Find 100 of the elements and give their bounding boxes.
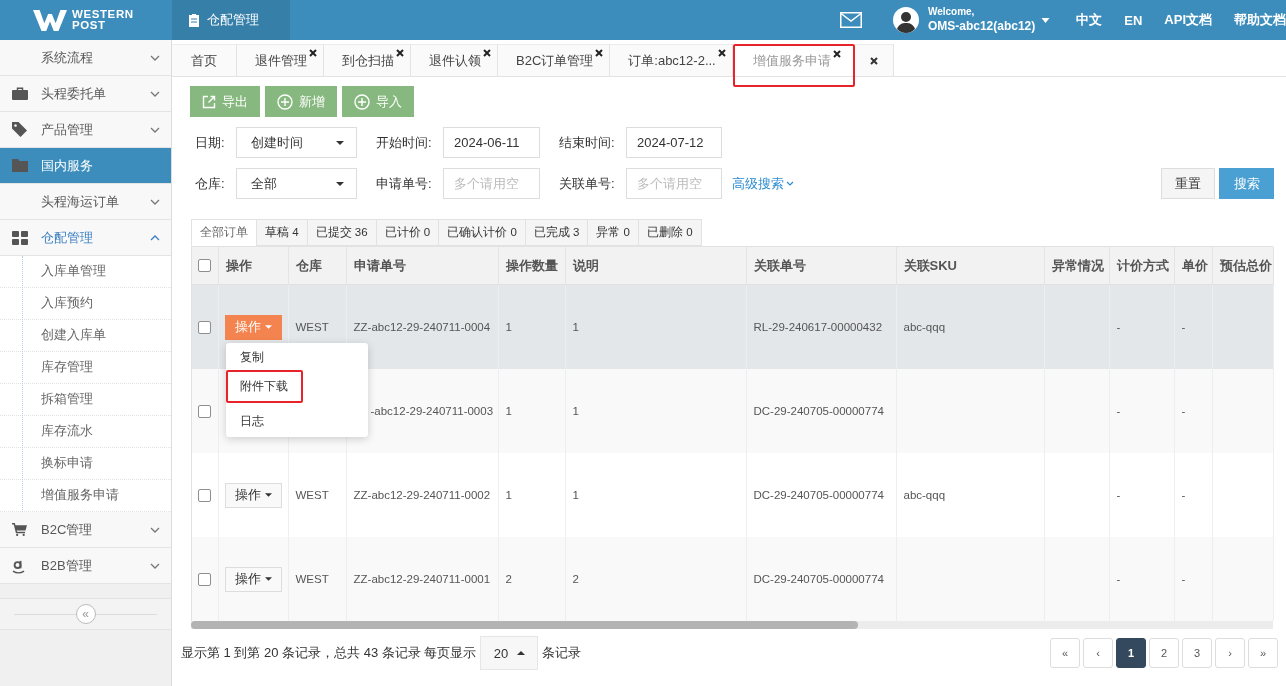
status-tab[interactable]: 已确认计价 0 [438,219,525,246]
status-tab[interactable]: 异常 0 [587,219,638,246]
tag-icon [12,122,27,137]
export-icon [202,94,216,109]
row-checkbox[interactable] [198,320,211,334]
action-button[interactable]: 操作 [224,482,282,508]
chevron-up-icon [150,234,160,241]
close-icon[interactable] [396,49,404,57]
module-tab[interactable]: 仓配管理 [172,0,290,40]
caret-down-icon [264,577,272,581]
close-icon[interactable] [832,50,841,58]
sidebar-item[interactable]: 国内服务 [0,148,171,184]
action-button[interactable]: 操作 [224,566,282,592]
header-link[interactable]: 中文 [1076,11,1103,29]
status-tab[interactable]: 全部订单 [191,219,256,246]
header-link[interactable]: EN [1124,11,1143,29]
page-button[interactable]: » [1248,638,1278,668]
avatar-icon[interactable] [892,7,919,33]
reset-button[interactable]: 重置 [1161,168,1215,199]
page-button[interactable]: 3 [1182,638,1212,668]
user-menu[interactable]: OMS-abc12(abc12) [927,18,1036,34]
caret-down-icon[interactable] [1041,17,1051,23]
column-header: 异常情况 [1044,247,1109,285]
reference-number: DC-29-240705-00000774 [753,489,884,501]
advanced-search-link[interactable]: 高级搜索 [732,174,794,193]
sidebar-item[interactable]: 头程海运订单 [0,184,171,220]
mail-icon[interactable] [839,12,862,28]
page-button[interactable]: › [1215,638,1245,668]
sidebar-item[interactable]: B2B管理 [0,548,171,584]
input-field[interactable]: 多个请用空 [443,168,540,199]
input-field[interactable]: 2024-07-12 [626,127,722,158]
status-tab[interactable]: 草稿 4 [256,219,307,246]
sidebar-item[interactable]: 头程委托单 [0,76,171,112]
briefcase-icon [12,87,28,100]
scrollbar-track[interactable] [191,621,1273,629]
caret-down-icon [336,140,344,145]
filter-label: 申请单号: [376,174,433,193]
page-button[interactable]: 2 [1149,638,1179,668]
close-icon[interactable] [595,49,604,57]
quantity-value: 2 [505,573,512,585]
caret-down-icon [264,325,272,329]
page-tab[interactable]: B2C订单管理 [498,44,611,76]
chevron-down-icon [150,526,160,533]
sidebar-item[interactable]: B2C管理 [0,512,171,548]
reference-number: DC-29-240705-00000774 [753,573,884,585]
filter-label: 日期: [195,133,226,152]
page-button[interactable]: « [1050,638,1080,668]
status-tab[interactable]: 已删除 0 [637,219,702,246]
close-all-tab[interactable] [854,44,894,76]
sidebar-item[interactable]: 系统流程 [0,40,171,76]
sku-text: abc-qqq [903,489,946,501]
close-icon [869,56,878,65]
page-tab[interactable]: 订单:abc12-2... [610,44,733,76]
unit-price-text: - [1181,489,1186,501]
filter-label: 开始时间: [376,133,433,152]
menu-item[interactable]: 附件下载 [227,371,296,401]
note-text: 1 [572,321,579,333]
chevron-down-icon [786,181,794,186]
select-field[interactable]: 创建时间 [236,127,357,158]
input-field[interactable]: 多个请用空 [626,168,722,199]
scrollbar-thumb[interactable] [191,621,858,629]
page-button[interactable]: ‹ [1083,638,1113,668]
quantity-value: 1 [505,489,512,501]
close-icon[interactable] [483,49,491,57]
sku-text: abc-qqq [903,321,946,333]
status-tab[interactable]: 已提交 36 [306,219,376,246]
menu-item[interactable]: 复制 [225,345,278,370]
chevron-down-icon [150,126,160,133]
header-link[interactable]: API文档 [1164,11,1212,29]
pricing-method-text: - [1116,321,1121,333]
sidebar-item[interactable]: 仓配管理 [0,220,171,256]
input-field[interactable]: 2024-06-11 [443,127,540,158]
status-tab[interactable]: 已计价 0 [375,219,439,246]
caret-up-icon [517,651,526,655]
filter-label: 仓库: [195,174,226,193]
page-size-select[interactable]: 20 [480,636,539,670]
status-tab[interactable]: 已完成 3 [524,219,588,246]
page-tab[interactable]: 首页 [172,44,237,76]
chevron-down-icon [150,562,160,569]
menu-item[interactable]: 日志 [225,409,278,434]
welcome-text: Welcome, [927,6,975,18]
close-icon[interactable] [309,49,317,57]
header-link[interactable]: 帮助文档 [1234,11,1286,29]
page-button[interactable]: 1 [1116,638,1146,668]
page-tab[interactable]: 退件管理 [237,44,324,76]
chevron-down-icon [150,198,160,205]
logo-icon [33,9,67,31]
sidebar-item[interactable]: 产品管理 [0,112,171,148]
page-tab[interactable]: 退件认领 [411,44,498,76]
request-number: ZZ-abc12-29-240711-0002 [353,489,491,501]
page-tab[interactable]: 到仓扫描 [324,44,411,76]
column-header: 操作 [218,247,288,285]
row-checkbox[interactable] [198,404,211,418]
column-header: 关联单号 [746,247,896,285]
row-checkbox[interactable] [198,488,211,502]
row-checkbox[interactable] [198,572,211,586]
select-field[interactable]: 全部 [236,168,357,199]
pricing-method-text: - [1116,405,1121,417]
select-all-checkbox[interactable] [198,259,211,272]
close-icon[interactable] [717,49,726,57]
